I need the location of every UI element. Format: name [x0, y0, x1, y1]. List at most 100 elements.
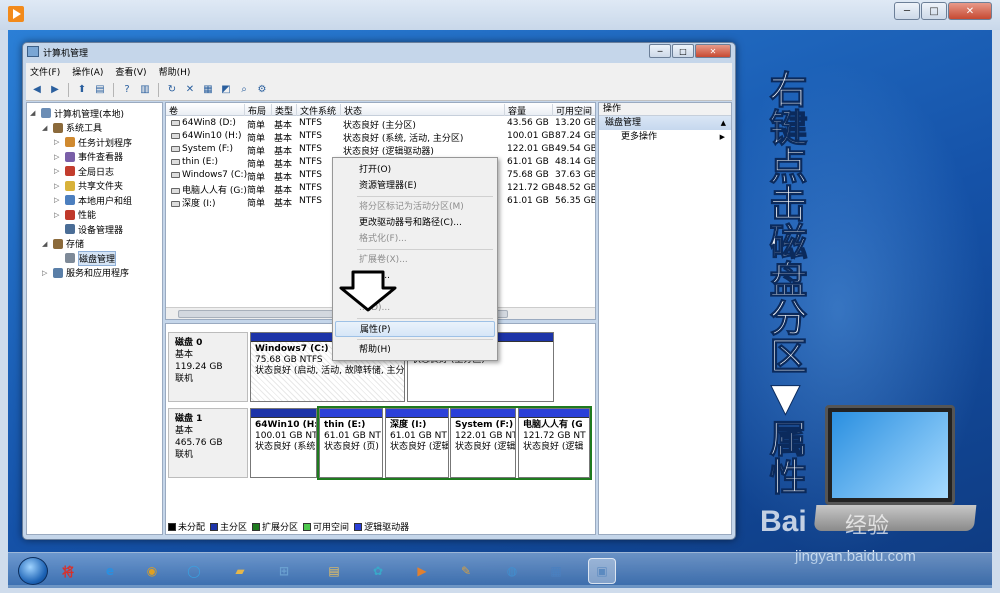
- volume-cell: 61.01 GB: [507, 157, 555, 167]
- partition-bar: [251, 409, 316, 418]
- refresh-icon[interactable]: ↻: [165, 83, 179, 97]
- tree-item[interactable]: ▷ 全局日志: [54, 164, 114, 178]
- up-folder-icon[interactable]: ⬆: [75, 83, 89, 97]
- tree-item[interactable]: 设备管理器: [54, 222, 123, 236]
- actions-header: 操作: [599, 103, 731, 116]
- volume-cell: 87.24 GB: [555, 131, 596, 141]
- legend-item: 扩展分区: [252, 520, 298, 533]
- col-free-space[interactable]: 可用空间: [552, 104, 595, 117]
- volume-row[interactable]: System (F:) 简单 基本 NTFS 状态良好 (逻辑驱动器) 122.01 GB…: [166, 143, 595, 157]
- tree-expander-icon[interactable]: ▷: [42, 269, 50, 277]
- col-capacity[interactable]: 容量: [504, 104, 552, 117]
- more-actions-item[interactable]: 更多操作: [599, 130, 731, 144]
- actions-section-disk-management[interactable]: 磁盘管理: [599, 116, 731, 130]
- menu-view[interactable]: 查看(V): [115, 65, 146, 78]
- app-explorer-icon[interactable]: ▤: [320, 558, 348, 584]
- context-menu-item[interactable]: 帮助(H): [335, 342, 495, 358]
- context-menu-item[interactable]: 打开(O): [335, 162, 495, 178]
- col-volume[interactable]: 卷: [166, 104, 244, 117]
- app-player-icon[interactable]: ▶: [408, 558, 436, 584]
- context-menu-item[interactable]: 资源管理器(E): [335, 178, 495, 194]
- app-mediaplayer-icon[interactable]: ◍: [498, 558, 526, 584]
- tree-item[interactable]: ▷ 任务计划程序: [54, 135, 132, 149]
- tree-item[interactable]: ◢ 存储: [42, 237, 84, 251]
- partition[interactable]: 64Win10 (H:100.01 GB NTFS状态良好 (系统: [250, 408, 317, 478]
- action-pane-icon[interactable]: ▥: [138, 83, 152, 97]
- tree-node-icon: [65, 224, 75, 234]
- volume-cell-text: NTFS: [299, 118, 322, 128]
- app-folder-icon[interactable]: ▰: [226, 558, 254, 584]
- menu-help[interactable]: 帮助(H): [159, 65, 191, 78]
- volume-cell-text: 87.24 GB: [555, 131, 596, 141]
- volume-row[interactable]: 64Win8 (D:) 简单 基本 NTFS 状态良好 (主分区) 43.56 GB 13.…: [166, 117, 596, 131]
- volume-cell: 61.01 GB: [507, 196, 555, 206]
- drive-icon: [171, 119, 180, 126]
- tree-expander-icon[interactable]: ▷: [54, 211, 62, 219]
- baidu-logo: Bai: [760, 505, 807, 538]
- properties-icon[interactable]: ▦: [201, 83, 215, 97]
- tree-item-label: 本地用户和组: [78, 196, 133, 207]
- col-status[interactable]: 状态: [340, 104, 504, 117]
- tree-expander-icon[interactable]: ◢: [30, 109, 38, 117]
- minimize-button[interactable]: ─: [894, 2, 920, 20]
- close-button[interactable]: ✕: [948, 2, 992, 20]
- app-ie-icon[interactable]: e: [96, 558, 124, 584]
- tree-expander-icon[interactable]: ◢: [42, 124, 50, 132]
- window-minimize-button[interactable]: ─: [649, 44, 671, 58]
- volume-cell-text: 75.68 GB: [507, 170, 549, 180]
- tree-node-icon: [65, 209, 75, 220]
- tree-item[interactable]: ▷ 本地用户和组: [54, 193, 132, 207]
- volume-cell: 64Win8 (D:): [171, 118, 245, 128]
- tree-item[interactable]: ◢ 计算机管理(本地): [30, 106, 124, 120]
- col-filesystem[interactable]: 文件系统: [296, 104, 340, 117]
- maximize-button[interactable]: □: [921, 2, 947, 20]
- help-icon[interactable]: ?: [120, 83, 134, 97]
- start-button[interactable]: [18, 557, 48, 585]
- volume-row[interactable]: 64Win10 (H:) 简单 基本 NTFS 状态良好 (系统, 活动, 主分区) 10…: [166, 130, 596, 144]
- tree-expander-icon[interactable]: ▷: [54, 182, 62, 190]
- window-maximize-button[interactable]: □: [672, 44, 694, 58]
- app-paint-icon[interactable]: ✎: [452, 558, 480, 584]
- tree-expander-icon[interactable]: ▷: [54, 167, 62, 175]
- tree-item[interactable]: ▷ 服务和应用程序: [42, 266, 129, 280]
- volume-cell-text: 深度 (I:): [182, 199, 216, 209]
- settings-icon[interactable]: ⚙: [255, 83, 269, 97]
- tree-item[interactable]: ▷ 共享文件夹: [54, 179, 123, 193]
- context-menu-item[interactable]: 更改驱动器号和路径(C)...: [335, 215, 495, 231]
- col-layout[interactable]: 布局: [244, 104, 271, 117]
- menu-action[interactable]: 操作(A): [72, 65, 103, 78]
- context-menu-item[interactable]: 属性(P): [335, 321, 495, 337]
- tree-item[interactable]: 磁盘管理: [54, 250, 117, 266]
- app-pinwheel-icon[interactable]: ✿: [364, 558, 392, 584]
- tree-item[interactable]: ▷ 事件查看器: [54, 150, 123, 164]
- forward-icon[interactable]: ▶: [48, 83, 62, 97]
- show-tree-icon[interactable]: ▤: [93, 83, 107, 97]
- back-icon[interactable]: ◀: [30, 83, 44, 97]
- app-browser-icon[interactable]: ◯: [180, 558, 208, 584]
- window-close-button[interactable]: ✕: [695, 44, 731, 58]
- tree-item[interactable]: ◢ 系统工具: [42, 121, 102, 135]
- volume-cell-text: 13.20 GB: [555, 118, 596, 128]
- tree-expander-icon[interactable]: ◢: [42, 240, 50, 248]
- col-type[interactable]: 类型: [271, 104, 296, 117]
- context-menu-item: 将分区标记为活动分区(M): [359, 202, 464, 212]
- open-folder-icon[interactable]: ◩: [219, 83, 233, 97]
- drive-icon: [171, 145, 180, 152]
- app-shield-icon[interactable]: ▦: [542, 558, 570, 584]
- app-jiang-icon[interactable]: 将: [54, 558, 82, 584]
- delete-icon[interactable]: ✕: [183, 83, 197, 97]
- tree-expander-icon[interactable]: ▷: [54, 138, 62, 146]
- menu-file[interactable]: 文件(F): [30, 65, 60, 78]
- app-network-icon[interactable]: ⊞: [270, 558, 298, 584]
- tree-expander-icon[interactable]: ▷: [54, 153, 62, 161]
- volume-cell-text: 48.14 GB: [555, 157, 596, 167]
- window-titlebar[interactable]: 计算机管理 ─ □ ✕: [23, 43, 735, 61]
- player-window: ─ □ ✕ 右键点击磁盘分区▼属性 Bai 经验 jingyan.baidu.c…: [0, 0, 1000, 593]
- app-chrome-icon[interactable]: ◉: [138, 558, 166, 584]
- extended-partition-border: [317, 406, 592, 480]
- search-icon[interactable]: ⌕: [237, 83, 251, 97]
- app-computer-management-icon[interactable]: ▣: [588, 558, 616, 584]
- tree-item[interactable]: ▷ 性能: [54, 208, 96, 222]
- tree-expander-icon[interactable]: ▷: [54, 196, 62, 204]
- disk-type: 基本: [175, 350, 194, 360]
